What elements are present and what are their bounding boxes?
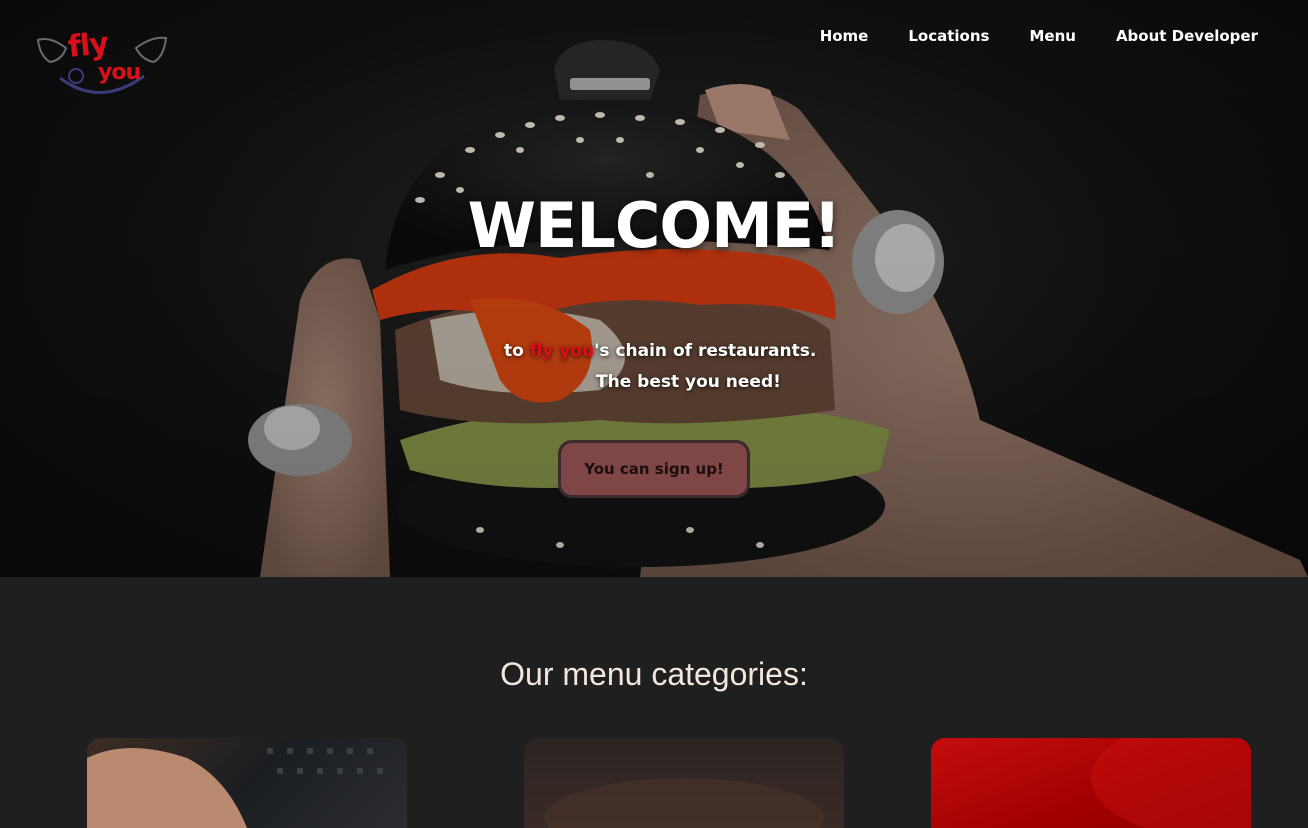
welcome-heading: WELCOME! [467,189,842,262]
tagline-suffix: 's chain of restaurants. [594,341,817,361]
category-image-3 [1091,738,1251,828]
nav-about-developer[interactable]: About Developer [1116,26,1258,46]
nav-locations[interactable]: Locations [908,26,989,46]
main-nav: Home Locations Menu About Developer [820,26,1258,46]
logo-you-text: you [98,60,141,85]
fly-you-logo[interactable]: fly you [36,26,168,106]
tagline-line-1: to fly you's chain of restaurants. [498,336,828,367]
tagline-brand: fly you [529,341,595,361]
category-card-1[interactable] [87,738,407,828]
hero-tagline: to fly you's chain of restaurants. The b… [498,336,828,398]
menu-categories-title: Our menu categories: [500,655,808,692]
tagline-prefix: to [504,341,530,361]
nav-menu[interactable]: Menu [1029,26,1075,46]
category-image-1 [87,748,383,828]
category-card-2[interactable] [524,738,844,828]
category-card-3[interactable] [931,738,1251,828]
tagline-line-2: The best you need! [596,372,781,392]
hero-banner: fly you Home Locations Menu About Develo… [0,0,1308,577]
category-image-2 [544,778,824,828]
signup-button[interactable]: You can sign up! [558,440,750,498]
nav-home[interactable]: Home [820,26,869,46]
